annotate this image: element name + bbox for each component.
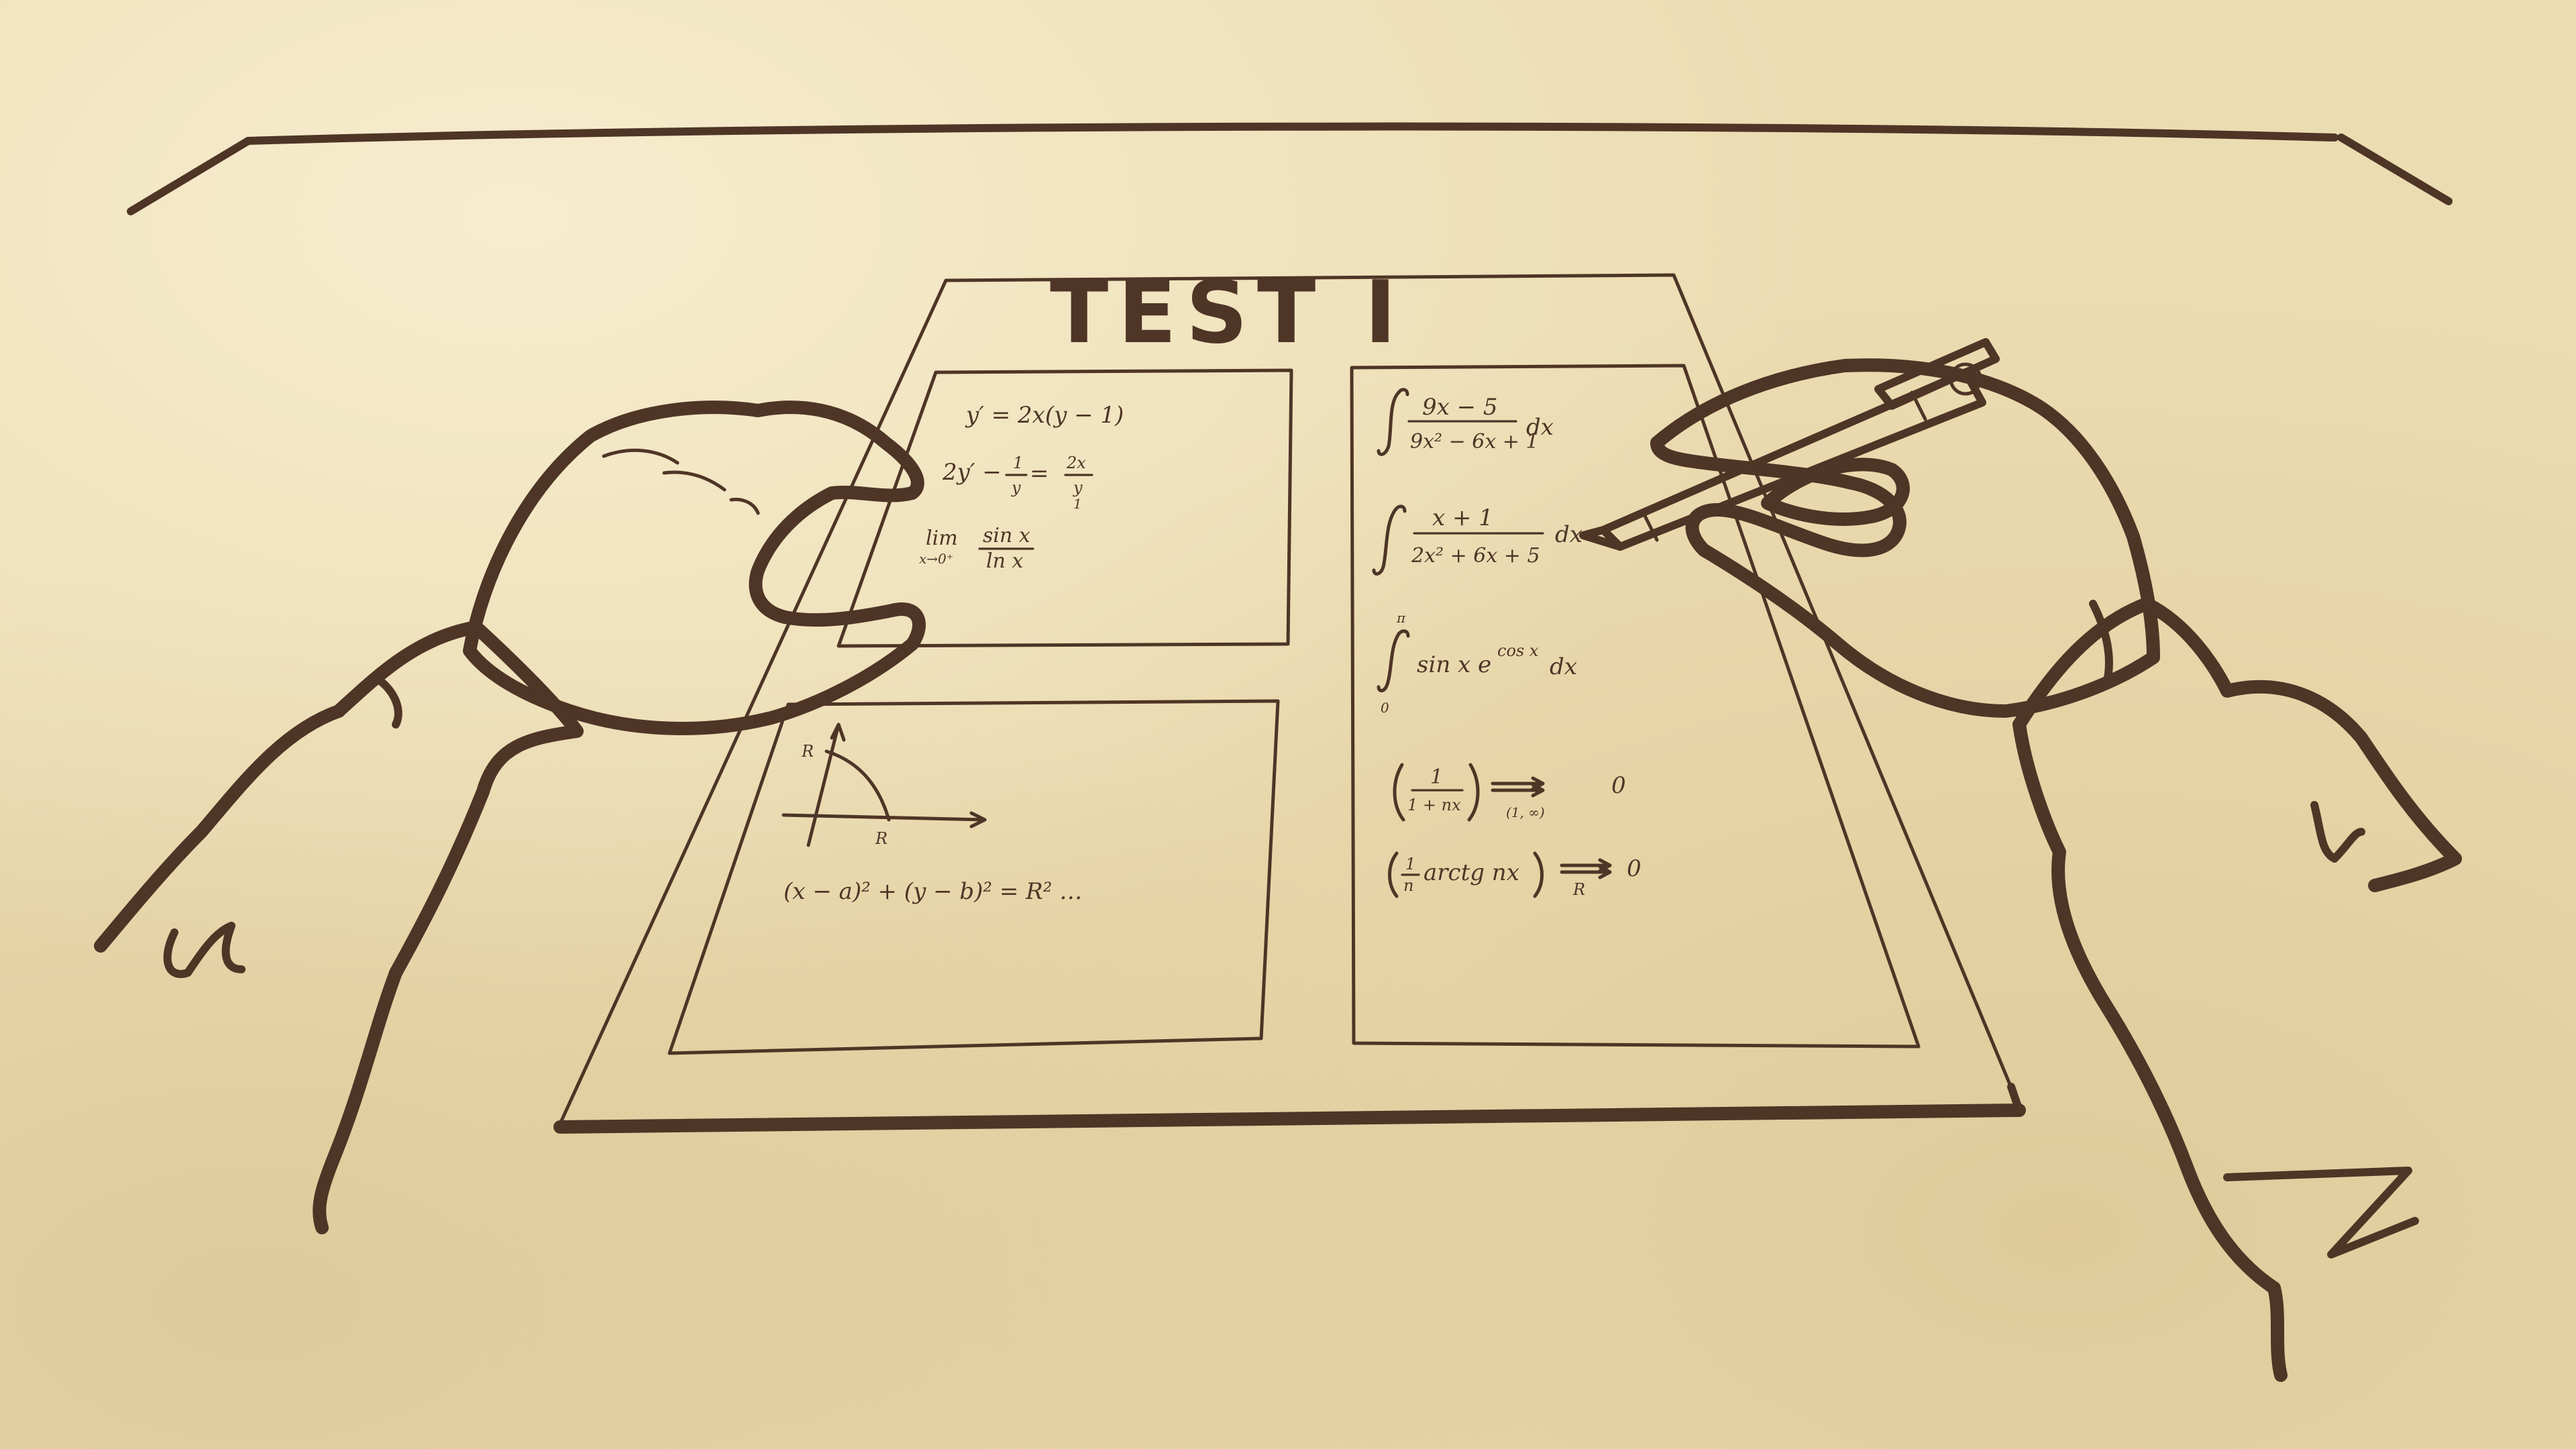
int3-dx: dx — [1550, 653, 1577, 680]
sepia-paper-background: TEST I y′ = 2x(y − 1) 2y′ − 1 y = 2x y 1… — [0, 0, 2576, 1449]
eq2-rhs-extra: 1 — [1073, 496, 1082, 512]
integral-sign-3 — [1377, 632, 1401, 692]
int3-exponent: cos x — [1497, 641, 1539, 660]
pen-tip — [1579, 526, 1624, 551]
seq1-under-arrow: (1, ∞) — [1506, 804, 1545, 820]
int3-body: sin x e — [1417, 651, 1491, 678]
pen-barrel — [1599, 368, 1986, 551]
seq1-limit: 0 — [1611, 772, 1626, 799]
eq2-frac-den: y — [1011, 478, 1021, 497]
ode-equation: y′ = 2x(y − 1) — [965, 402, 1124, 429]
seq1-denominator: 1 + nx — [1407, 796, 1461, 814]
left-sleeve — [94, 621, 584, 1234]
knuckle-line — [602, 448, 680, 465]
int2-numerator: x + 1 — [1432, 504, 1493, 531]
seq2-under-arrow: R — [1572, 880, 1585, 899]
eq2-rhs-den: y — [1073, 478, 1083, 497]
integral-sign-1 — [1377, 390, 1401, 456]
eq2-lhs: 2y′ − — [942, 459, 1002, 486]
top-left-math: y′ = 2x(y − 1) 2y′ − 1 y = 2x y 1 lim x→… — [919, 402, 1124, 573]
seq2-limit: 0 — [1627, 855, 1642, 882]
circle-equation: (x − a)² + (y − b)² = R² … — [784, 878, 1082, 905]
sheet-title: TEST I — [1050, 263, 1405, 363]
limit-numerator: sin x — [983, 524, 1030, 547]
int2-denominator: 2x² + 6x + 5 — [1411, 544, 1540, 568]
seq2-frac-den: n — [1403, 876, 1413, 895]
right-panel-math: 9x − 5 9x² − 6x + 1 dx x + 1 2x² + 6x + … — [1372, 388, 1642, 899]
desk-edge — [127, 122, 2453, 215]
axis-label-x: R — [875, 829, 888, 848]
limit-subscript: x→0⁺ — [919, 551, 953, 567]
eq2-rhs-num: 2x — [1066, 453, 1086, 472]
int1-dx: dx — [1526, 414, 1554, 441]
seq2-body: arctg nx — [1424, 859, 1519, 886]
int3-upper-limit: π — [1396, 610, 1406, 626]
int3-lower-limit: 0 — [1381, 700, 1389, 716]
axis-label-y: R — [801, 742, 814, 761]
int1-numerator: 9x − 5 — [1422, 394, 1498, 421]
int2-dx: dx — [1555, 521, 1582, 548]
eq2-frac-num: 1 — [1013, 453, 1023, 472]
int1-denominator: 9x² − 6x + 1 — [1410, 430, 1539, 453]
sleeve-fold — [163, 922, 246, 978]
seq1-numerator: 1 — [1430, 765, 1443, 789]
sleeve-fold-right — [2310, 801, 2365, 863]
panel-bottom-left — [667, 699, 1280, 1055]
limit-denominator: ln x — [986, 549, 1023, 573]
limit-word: lim — [926, 527, 958, 550]
bottom-left-graph: R R (x − a)² + (y − b)² = R² … — [782, 722, 1082, 905]
sketch-illustration: TEST I y′ = 2x(y − 1) 2y′ − 1 y = 2x y 1… — [94, 122, 2462, 1382]
right-sleeve — [2012, 597, 2462, 1382]
quarter-circle-arc — [824, 749, 891, 822]
seq2-frac-num: 1 — [1405, 855, 1415, 873]
integral-sign-2 — [1372, 508, 1397, 576]
eq2-mid: = — [1030, 460, 1049, 487]
